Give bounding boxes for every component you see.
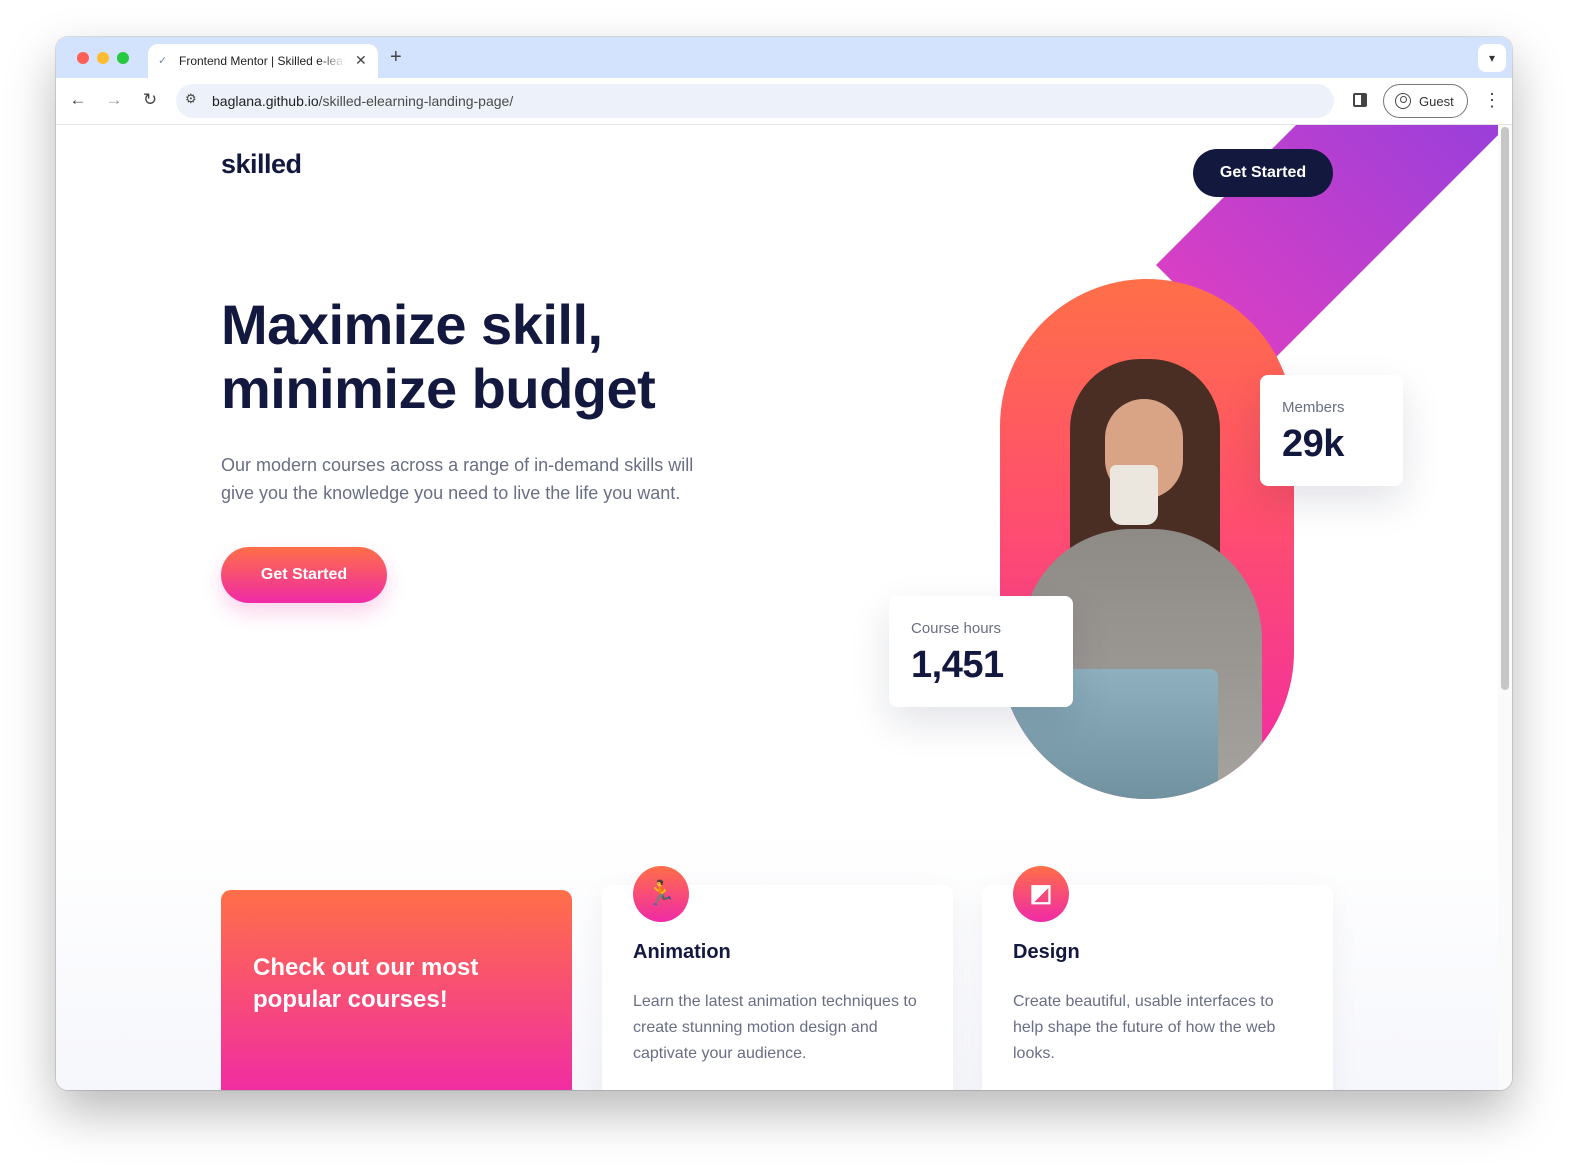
running-figure-icon: 🏃 xyxy=(633,866,689,922)
url-text[interactable]: baglana.github.io/skilled-elearning-land… xyxy=(212,93,513,109)
chevron-down-icon: ▾ xyxy=(1488,51,1496,65)
browser-menu-button[interactable]: ⋮ xyxy=(1483,89,1501,111)
forward-button[interactable]: → xyxy=(103,89,125,111)
course-hours-stat-card: Course hours 1,451 xyxy=(889,596,1073,707)
scrollbar-thumb[interactable] xyxy=(1501,127,1509,690)
profile-icon xyxy=(1395,93,1411,109)
browser-window: ✓ Frontend Mentor | Skilled e-learning l… xyxy=(56,37,1512,1090)
course-hours-value: 1,451 xyxy=(911,644,1004,686)
course-title: Design xyxy=(1013,941,1080,963)
profile-label: Guest xyxy=(1419,94,1454,109)
header-get-started-button[interactable]: Get Started xyxy=(1193,149,1333,197)
reload-button[interactable]: ↻ xyxy=(139,89,161,111)
url-path: /skilled-elearning-landing-page/ xyxy=(318,93,514,109)
back-button[interactable]: ← xyxy=(67,89,89,111)
members-label: Members xyxy=(1282,399,1345,416)
members-value: 29k xyxy=(1282,423,1344,465)
design-frame-icon: ◩ xyxy=(1013,866,1069,922)
maximize-window-button[interactable] xyxy=(117,52,129,64)
tab-bar: ✓ Frontend Mentor | Skilled e-learning l… xyxy=(56,37,1512,78)
hero-title: Maximize skill, minimize budget xyxy=(221,293,656,420)
hero-subtitle: Our modern courses across a range of in-… xyxy=(221,455,694,503)
address-bar[interactable]: ⚙ baglana.github.io/skilled-elearning-la… xyxy=(176,84,1334,118)
members-stat-card: Members 29k xyxy=(1260,375,1403,486)
close-window-button[interactable] xyxy=(77,52,89,64)
course-card-design: ◩ Design Create beautiful, usable interf… xyxy=(982,866,1333,1090)
hero-image xyxy=(1000,279,1294,799)
hero-get-started-button[interactable]: Get Started xyxy=(221,547,387,603)
frontend-mentor-icon: ✓ xyxy=(158,55,168,67)
popular-courses-heading: Check out our most popular courses! xyxy=(253,954,479,1013)
course-description: Create beautiful, usable interfaces to h… xyxy=(1013,993,1276,1062)
new-tab-button[interactable]: + xyxy=(390,46,402,68)
course-hours-label: Course hours xyxy=(911,620,1002,637)
side-panel-icon[interactable] xyxy=(1353,93,1367,107)
course-card-animation: 🏃 Animation Learn the latest animation t… xyxy=(602,866,953,1090)
scrollbar[interactable] xyxy=(1498,125,1512,1090)
tab-search-dropdown[interactable]: ▾ xyxy=(1478,44,1506,72)
course-title: Animation xyxy=(633,941,731,963)
active-tab[interactable]: ✓ Frontend Mentor | Skilled e-learning l… xyxy=(148,44,378,78)
browser-toolbar: ← → ↻ ⚙ baglana.github.io/skilled-elearn… xyxy=(56,78,1512,125)
url-host: baglana.github.io xyxy=(212,93,319,109)
site-info-icon[interactable]: ⚙ xyxy=(185,91,197,107)
site-logo[interactable]: skilled xyxy=(221,149,302,180)
course-description: Learn the latest animation techniques to… xyxy=(633,993,917,1062)
tab-title: Frontend Mentor | Skilled e-learning lan… xyxy=(179,54,345,68)
page-viewport: skilled Get Started Maximize skill, mini… xyxy=(56,125,1512,1090)
popular-courses-card: Check out our most popular courses! xyxy=(221,890,572,1090)
profile-button[interactable]: Guest xyxy=(1383,84,1468,118)
close-icon[interactable]: ✕ xyxy=(355,52,367,69)
minimize-window-button[interactable] xyxy=(97,52,109,64)
hero-mug xyxy=(1110,465,1158,525)
